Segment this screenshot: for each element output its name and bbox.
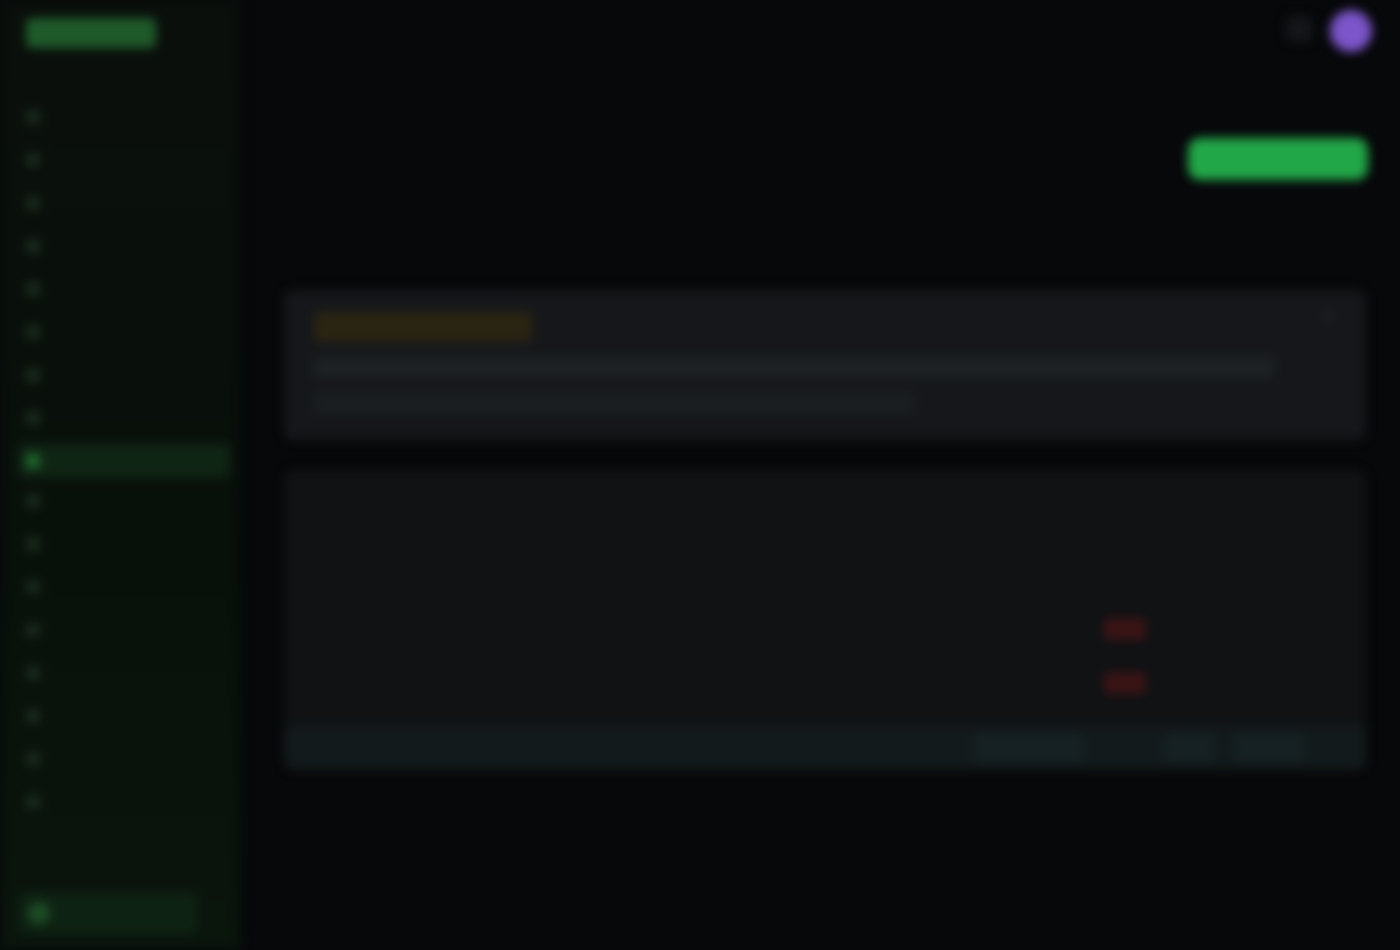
sidebar-item[interactable] [18, 315, 230, 349]
notice-title [314, 312, 532, 342]
table-row[interactable] [284, 562, 1366, 606]
nav-icon [26, 325, 40, 339]
tab[interactable] [290, 230, 302, 264]
nav-icon [26, 110, 40, 124]
notifications-icon[interactable] [1286, 16, 1312, 42]
sidebar-item[interactable] [18, 699, 230, 733]
notice-text [314, 392, 914, 414]
sidebar-item-active[interactable] [18, 444, 230, 478]
nav-icon [26, 623, 40, 637]
sidebar-footer-button[interactable] [18, 892, 198, 934]
pagination-button[interactable] [1234, 734, 1304, 762]
sidebar-nav [18, 100, 230, 828]
sidebar-item[interactable] [18, 484, 230, 518]
nav-icon [26, 795, 40, 809]
sidebar-item[interactable] [18, 570, 230, 604]
nav-icon [26, 196, 40, 210]
status-badge [1104, 672, 1146, 694]
tab-bar [290, 230, 404, 264]
sidebar-item[interactable] [18, 656, 230, 690]
status-badge [1104, 618, 1146, 640]
nav-icon [26, 752, 40, 766]
tab[interactable] [324, 230, 336, 264]
pagination-button[interactable] [974, 734, 1084, 762]
sidebar-item[interactable] [18, 143, 230, 177]
sidebar-item[interactable] [18, 401, 230, 435]
nav-icon [26, 580, 40, 594]
sidebar-item[interactable] [18, 100, 230, 134]
tab[interactable] [392, 230, 404, 264]
tab[interactable] [358, 230, 370, 264]
sidebar-item[interactable] [18, 785, 230, 819]
sidebar-item[interactable] [18, 613, 230, 647]
sidebar [0, 0, 240, 950]
sidebar-item[interactable] [18, 272, 230, 306]
sidebar-item[interactable] [18, 527, 230, 561]
nav-icon [26, 454, 40, 468]
sidebar-item[interactable] [18, 358, 230, 392]
sidebar-item[interactable] [18, 742, 230, 776]
table-footer [284, 726, 1366, 770]
sidebar-item[interactable] [18, 186, 230, 220]
close-icon[interactable]: ✕ [1316, 306, 1340, 330]
table-row[interactable] [284, 662, 1366, 706]
nav-icon [26, 537, 40, 551]
sidebar-item[interactable] [18, 229, 230, 263]
table-row[interactable] [284, 608, 1366, 652]
nav-icon [26, 494, 40, 508]
data-table [284, 470, 1366, 770]
nav-icon [26, 368, 40, 382]
nav-icon [26, 239, 40, 253]
nav-icon [26, 282, 40, 296]
pagination-button[interactable] [1164, 734, 1214, 762]
nav-icon [26, 153, 40, 167]
nav-icon [26, 411, 40, 425]
app-logo[interactable] [26, 18, 156, 48]
nav-icon [26, 709, 40, 723]
notice-banner: ✕ [284, 290, 1366, 440]
notice-text [314, 356, 1274, 378]
nav-icon [26, 666, 40, 680]
primary-action-button[interactable] [1188, 138, 1368, 180]
avatar[interactable] [1330, 10, 1372, 52]
account-icon [28, 902, 50, 924]
